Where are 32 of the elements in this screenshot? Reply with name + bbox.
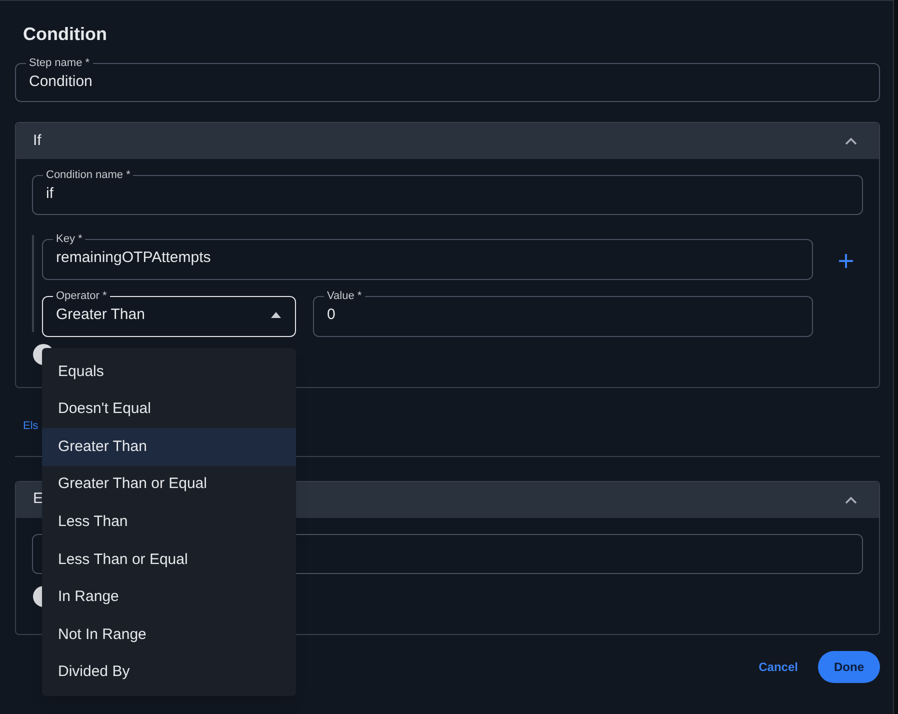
chevron-up-icon[interactable] [845, 496, 857, 504]
panel-header[interactable]: If [16, 123, 879, 159]
menu-item[interactable]: Divided By [42, 654, 296, 692]
panel-title: E [33, 489, 44, 510]
field-value: 0 [327, 306, 336, 322]
panel-title: If [33, 130, 42, 151]
input-field[interactable]: Value * 0 [313, 291, 813, 337]
else-link[interactable]: Els [23, 418, 38, 434]
field-value: if [46, 184, 54, 202]
operator-select[interactable]: Operator * Greater Than [42, 291, 296, 337]
done-button[interactable]: Done [818, 650, 880, 682]
field-value: Condition [29, 72, 92, 90]
field-value: Greater Than [56, 306, 145, 322]
field-value: remainingOTPAttempts [56, 248, 211, 266]
input-field[interactable]: Step name * Condition [15, 58, 880, 102]
dialog-title: Condition [22, 23, 108, 46]
input-field[interactable]: Condition name * if [32, 170, 863, 215]
field-label: Operator * [55, 291, 108, 302]
menu-item[interactable]: Less Than or Equal [42, 540, 296, 579]
field-label: Value * [326, 291, 363, 302]
field-label: Step name * [28, 58, 91, 69]
menu-item[interactable]: Greater Than [42, 428, 296, 466]
cancel-button[interactable]: Cancel [758, 658, 798, 676]
field-label: Condition name * [45, 170, 132, 181]
menu-item[interactable]: In Range [42, 578, 296, 616]
field-label: Key * [55, 234, 84, 245]
menu-item[interactable]: Not In Range [42, 616, 296, 654]
menu-item[interactable]: Equals [42, 353, 296, 391]
chevron-up-icon[interactable] [845, 137, 857, 145]
add-icon[interactable] [838, 252, 854, 268]
menu-item[interactable]: Doesn't Equal [42, 390, 296, 428]
input-field[interactable]: Key * remainingOTPAttempts [42, 234, 813, 280]
